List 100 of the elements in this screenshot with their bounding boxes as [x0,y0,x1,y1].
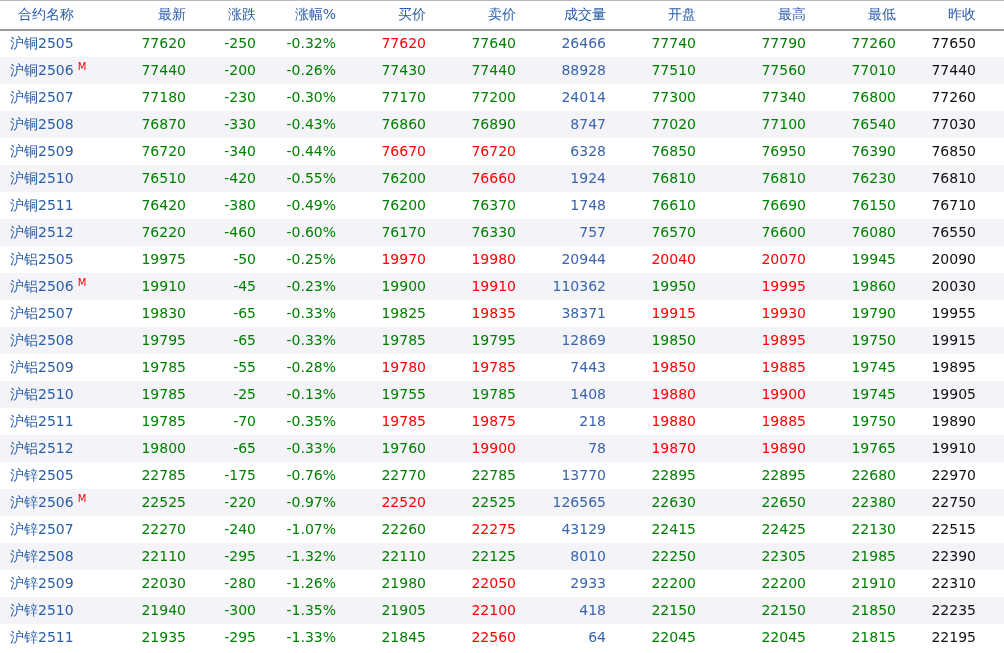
price-value: 22750 [931,493,976,510]
price-value: 77170 [381,88,426,105]
contract-name[interactable]: 沪锌2507 [10,520,74,537]
price-value: -0.43% [286,115,336,132]
price-value: 22425 [761,520,806,537]
price-value: 19785 [471,385,516,402]
price-value: 76550 [931,223,976,240]
contract-name[interactable]: 沪锌2509 [10,574,74,591]
column-header: 成交量 [516,0,606,30]
price-value: -1.33% [286,628,336,645]
column-header: 最低 [806,0,896,30]
price-value: -0.26% [286,61,336,78]
price-value: 76850 [651,142,696,159]
price-value: 22125 [471,547,516,564]
price-value: 19945 [851,250,896,267]
price-value: 22275 [471,520,516,537]
price-value: 77440 [931,61,976,78]
price-value: 77180 [141,88,186,105]
price-value: 19785 [471,358,516,375]
contract-name[interactable]: 沪铝2505 [10,250,74,267]
price-value: 22200 [651,574,696,591]
volume-value: 126565 [552,493,606,510]
price-value: 76390 [851,142,896,159]
contract-name[interactable]: 沪铜2506 [10,61,74,78]
price-value: 22050 [471,574,516,591]
price-value: -1.07% [286,520,336,537]
price-value: 19915 [651,304,696,321]
price-value: 22260 [381,520,426,537]
volume-value: 8747 [570,115,606,132]
price-value: 77650 [931,35,976,51]
price-value: 20070 [761,250,806,267]
price-value: 76670 [381,142,426,159]
price-value: -1.26% [286,574,336,591]
price-value: -175 [224,466,256,483]
price-value: 76200 [381,196,426,213]
price-value: 19995 [761,277,806,294]
price-value: 22680 [851,466,896,483]
volume-value: 38371 [561,304,606,321]
price-value: 19910 [931,439,976,456]
price-value: 19880 [651,412,696,429]
price-value: 21980 [381,574,426,591]
price-value: 76610 [651,196,696,213]
price-value: 19745 [851,358,896,375]
price-value: 76150 [851,196,896,213]
price-value: 77200 [471,88,516,105]
price-value: 19950 [651,277,696,294]
price-value: 22785 [141,466,186,483]
price-value: 22150 [651,601,696,618]
price-value: 20040 [651,250,696,267]
contract-name[interactable]: 沪铜2505 [10,35,74,51]
price-value: 22520 [381,493,426,510]
price-value: 22305 [761,547,806,564]
price-value: 77560 [761,61,806,78]
contract-name[interactable]: 沪铝2509 [10,358,74,375]
price-value: -0.25% [286,250,336,267]
contract-name[interactable]: 沪锌2511 [10,628,74,645]
price-value: -45 [233,277,256,294]
contract-name[interactable]: 沪铜2507 [10,88,74,105]
contract-name[interactable]: 沪铝2506 [10,277,74,294]
price-value: 22270 [141,520,186,537]
price-value: 77030 [931,115,976,132]
price-value: 22650 [761,493,806,510]
price-value: 22130 [851,520,896,537]
contract-name[interactable]: 沪铜2509 [10,142,74,159]
column-header: 开盘 [606,0,696,30]
contract-name[interactable]: 沪锌2506 [10,493,74,510]
contract-name[interactable]: 沪铜2511 [10,196,74,213]
price-value: 76810 [761,169,806,186]
contract-name[interactable]: 沪锌2505 [10,466,74,483]
price-value: 21910 [851,574,896,591]
price-value: 77620 [381,35,426,51]
price-value: 19895 [761,331,806,348]
contract-name[interactable]: 沪铝2507 [10,304,74,321]
price-value: 21935 [141,628,186,645]
volume-value: 218 [579,412,606,429]
volume-value: 1924 [570,169,606,186]
price-value: 19885 [761,358,806,375]
price-value: 76870 [141,115,186,132]
price-value: 22415 [651,520,696,537]
price-value: 22045 [761,628,806,645]
price-value: 77790 [761,35,806,51]
contract-name[interactable]: 沪铝2511 [10,412,74,429]
price-value: 20030 [931,277,976,294]
price-value: 19905 [931,385,976,402]
price-value: 22235 [931,601,976,618]
volume-value: 418 [579,601,606,618]
price-value: -200 [224,61,256,78]
price-value: -0.35% [286,412,336,429]
price-value: 76230 [851,169,896,186]
price-value: 19785 [141,358,186,375]
volume-value: 43129 [561,520,606,537]
price-value: 77620 [141,35,186,51]
price-value: 76720 [471,142,516,159]
price-value: 77430 [381,61,426,78]
price-value: 19900 [381,277,426,294]
volume-value: 24014 [561,88,606,105]
price-value: 22770 [381,466,426,483]
price-value: 22250 [651,547,696,564]
price-value: 19975 [141,250,186,267]
price-value: 19785 [381,412,426,429]
